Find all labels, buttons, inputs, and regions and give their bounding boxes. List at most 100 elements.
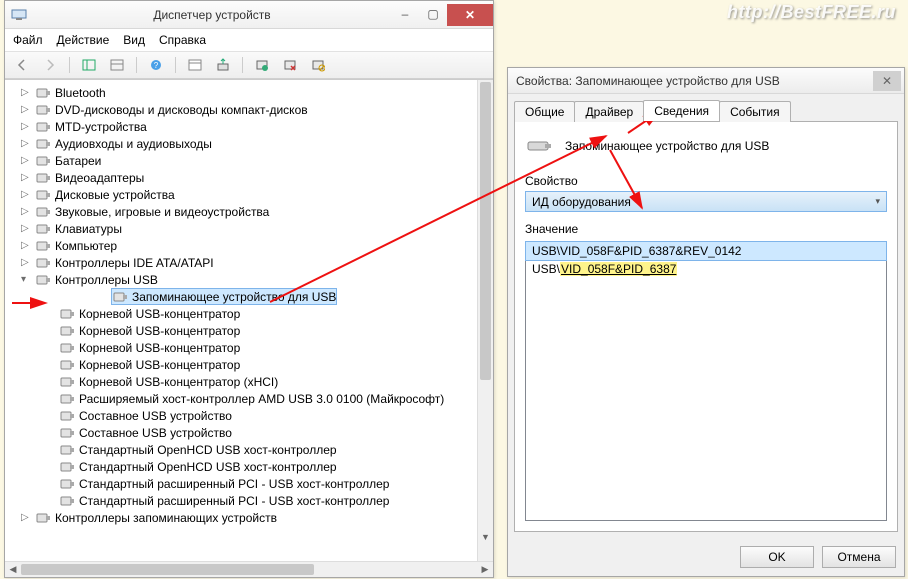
expand-arrow-icon[interactable]: ▷: [21, 172, 33, 183]
tab-row: Общие Драйвер Сведения События: [508, 94, 904, 121]
values-listbox[interactable]: USB\VID_058F&PID_6387&REV_0142 USB\VID_0…: [525, 241, 887, 521]
tree-node[interactable]: ▷ Батареи: [7, 152, 477, 169]
expand-arrow-icon[interactable]: ▷: [21, 138, 33, 149]
tree-node[interactable]: ▷Видеоадаптеры: [7, 169, 477, 186]
minimize-button[interactable]: –: [391, 4, 419, 24]
tab-general[interactable]: Общие: [514, 101, 575, 122]
expand-arrow-icon[interactable]: ▷: [21, 155, 33, 166]
tree-node-label: Контроллеры запоминающих устройств: [55, 511, 277, 525]
expand-arrow-icon[interactable]: ▷: [21, 223, 33, 234]
value-row[interactable]: USB\VID_058F&PID_6387: [526, 260, 886, 278]
tree-node[interactable]: Составное USB устройство: [7, 407, 477, 424]
tree-node-label: Стандартный расширенный PCI - USB хост-к…: [79, 494, 389, 508]
scroll-down-icon[interactable]: ▼: [478, 529, 493, 545]
tree-node[interactable]: Составное USB устройство: [7, 424, 477, 441]
tree-node-label: Контроллеры USB: [55, 273, 158, 287]
tree-node[interactable]: ▷ Контроллеры запоминающих устройств: [7, 509, 477, 526]
back-button[interactable]: [11, 55, 33, 75]
expand-arrow-icon[interactable]: ▷: [21, 87, 33, 98]
tree-node-label: Корневой USB-концентратор: [79, 324, 240, 338]
tree-node[interactable]: ▷ Аудиовходы и аудиовыходы: [7, 135, 477, 152]
scroll-thumb[interactable]: [21, 564, 314, 575]
tree-node[interactable]: Стандартный расширенный PCI - USB хост-к…: [7, 475, 477, 492]
value-prefix: USB\: [532, 262, 560, 276]
expand-arrow-icon[interactable]: ▾: [21, 274, 33, 285]
tree-node[interactable]: Корневой USB-концентратор: [7, 322, 477, 339]
cancel-button[interactable]: Отмена: [822, 546, 896, 568]
property-value: ИД оборудования: [532, 195, 631, 209]
view-button[interactable]: [106, 55, 128, 75]
usb-icon: [112, 289, 128, 305]
tree-node[interactable]: Стандартный OpenHCD USB хост-контроллер: [7, 458, 477, 475]
scan-button[interactable]: [212, 55, 234, 75]
scroll-thumb[interactable]: [480, 82, 491, 380]
device-icon: [59, 476, 75, 492]
tree-node[interactable]: Стандартный OpenHCD USB хост-контроллер: [7, 441, 477, 458]
app-icon: [11, 7, 27, 23]
show-hide-button[interactable]: [78, 55, 100, 75]
dialog-titlebar[interactable]: Свойства: Запоминающее устройство для US…: [508, 68, 904, 94]
tree-node[interactable]: Корневой USB-концентратор: [7, 356, 477, 373]
dialog-close-button[interactable]: ✕: [873, 71, 901, 91]
device-icon: [35, 204, 51, 220]
tree-node[interactable]: ▾ Контроллеры USB: [7, 271, 477, 288]
menu-action[interactable]: Действие: [57, 33, 110, 47]
tree-node-selected[interactable]: Запоминающее устройство для USB: [7, 288, 477, 305]
device-icon: [35, 221, 51, 237]
device-icon: [59, 493, 75, 509]
tree-node-label: Аудиовходы и аудиовыходы: [55, 137, 212, 151]
property-combo[interactable]: ИД оборудования ▾: [525, 191, 887, 212]
horizontal-scrollbar[interactable]: ◀ ▶: [5, 561, 493, 577]
device-tree[interactable]: ▷ Bluetooth ▷ DVD-дисководы и дисководы ком…: [5, 80, 477, 561]
expand-arrow-icon[interactable]: ▷: [21, 189, 33, 200]
tree-node[interactable]: Расширяемый хост-контроллер AMD USB 3.0 …: [7, 390, 477, 407]
tree-node-label: Компьютер: [55, 239, 117, 253]
scroll-right-icon[interactable]: ▶: [477, 562, 493, 577]
tree-node[interactable]: Корневой USB-концентратор (xHCI): [7, 373, 477, 390]
tree-node[interactable]: ▷ DVD-дисководы и дисководы компакт-диско…: [7, 101, 477, 118]
expand-arrow-icon[interactable]: ▷: [21, 512, 33, 523]
uninstall-button[interactable]: [279, 55, 301, 75]
forward-button[interactable]: [39, 55, 61, 75]
properties-dialog: Свойства: Запоминающее устройство для US…: [507, 67, 905, 577]
tab-events[interactable]: События: [719, 101, 791, 122]
tree-node[interactable]: ▷Звуковые, игровые и видеоустройства: [7, 203, 477, 220]
device-icon: [35, 136, 51, 152]
ok-button[interactable]: OK: [740, 546, 814, 568]
tab-driver[interactable]: Драйвер: [574, 101, 644, 122]
scroll-left-icon[interactable]: ◀: [5, 562, 21, 577]
help-button[interactable]: ?: [145, 55, 167, 75]
expand-arrow-icon[interactable]: ▷: [21, 257, 33, 268]
expand-arrow-icon[interactable]: ▷: [21, 206, 33, 217]
close-button[interactable]: ✕: [447, 4, 493, 26]
toolbar-separator: [69, 57, 70, 73]
properties-button[interactable]: [184, 55, 206, 75]
menu-view[interactable]: Вид: [123, 33, 145, 47]
tree-node-label: Корневой USB-концентратор: [79, 307, 240, 321]
tab-details[interactable]: Сведения: [643, 100, 720, 121]
update-driver-button[interactable]: [251, 55, 273, 75]
vertical-scrollbar[interactable]: ▲ ▼: [477, 80, 493, 561]
tree-node[interactable]: ▷Дисковые устройства: [7, 186, 477, 203]
menu-file[interactable]: Файл: [13, 33, 43, 47]
titlebar[interactable]: Диспетчер устройств – ▢ ✕: [5, 1, 493, 29]
toolbar: ?: [5, 51, 493, 79]
tree-node[interactable]: Корневой USB-концентратор: [7, 339, 477, 356]
expand-arrow-icon[interactable]: ▷: [21, 104, 33, 115]
menu-help[interactable]: Справка: [159, 33, 206, 47]
value-row[interactable]: USB\VID_058F&PID_6387&REV_0142: [525, 241, 887, 261]
tree-node-label: Батареи: [55, 154, 101, 168]
tree-node[interactable]: ▷MTD-устройства: [7, 118, 477, 135]
expand-arrow-icon[interactable]: ▷: [21, 121, 33, 132]
tree-node[interactable]: Корневой USB-концентратор: [7, 305, 477, 322]
tree-node-label: Bluetooth: [55, 86, 106, 100]
disable-button[interactable]: [307, 55, 329, 75]
tree-node[interactable]: Стандартный расширенный PCI - USB хост-к…: [7, 492, 477, 509]
tree-node-label: DVD-дисководы и дисководы компакт-дисков: [55, 103, 308, 117]
maximize-button[interactable]: ▢: [419, 4, 447, 24]
tree-node[interactable]: ▷Контроллеры IDE ATA/ATAPI: [7, 254, 477, 271]
tree-node[interactable]: ▷Клавиатуры: [7, 220, 477, 237]
tree-node[interactable]: ▷ Компьютер: [7, 237, 477, 254]
tree-node[interactable]: ▷ Bluetooth: [7, 84, 477, 101]
expand-arrow-icon[interactable]: ▷: [21, 240, 33, 251]
